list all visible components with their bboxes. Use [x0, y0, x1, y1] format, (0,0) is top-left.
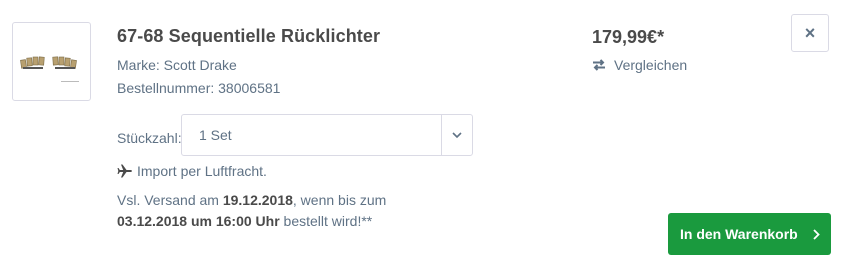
product-brand: Marke: Scott Drake — [117, 57, 237, 73]
chevron-down-icon — [452, 131, 462, 138]
product-price: 179,99€* — [592, 27, 665, 47]
quantity-label: Stückzahl: — [117, 130, 182, 146]
import-note: Import per Luftfracht. — [117, 163, 267, 179]
order-deadline: 03.12.2018 um 16:00 Uhr — [117, 213, 280, 229]
ship-date: 19.12.2018 — [222, 192, 293, 208]
import-note-text: Import per Luftfracht. — [137, 163, 267, 179]
compare-link[interactable]: Vergleichen — [592, 57, 687, 73]
quantity-select[interactable]: 1 Set — [181, 114, 473, 156]
remove-button[interactable]: × — [791, 14, 829, 52]
delivery-prefix: Vsl. Versand am — [117, 192, 223, 208]
quantity-selected-value: 1 Set — [199, 127, 232, 143]
product-order-number: Bestellnummer: 38006581 — [117, 80, 281, 96]
arrows-swap-icon — [593, 59, 605, 71]
close-icon: × — [804, 22, 816, 43]
product-title[interactable]: 67-68 Sequentielle Rücklichter — [117, 26, 380, 47]
add-to-cart-button[interactable]: In den Warenkorb — [668, 213, 831, 255]
quantity-dropdown-toggle[interactable] — [441, 115, 472, 155]
add-to-cart-label: In den Warenkorb — [680, 226, 798, 242]
compare-label: Vergleichen — [614, 57, 688, 73]
product-thumbnail[interactable] — [12, 22, 91, 101]
product-image — [20, 56, 79, 82]
delivery-info: Vsl. Versand am 19.12.2018, wenn bis zum… — [117, 190, 386, 232]
delivery-suffix: , wenn bis zum — [292, 192, 387, 208]
delivery-tail: bestellt wird!** — [279, 213, 373, 229]
airplane-icon — [117, 164, 132, 178]
chevron-right-icon — [801, 213, 831, 255]
